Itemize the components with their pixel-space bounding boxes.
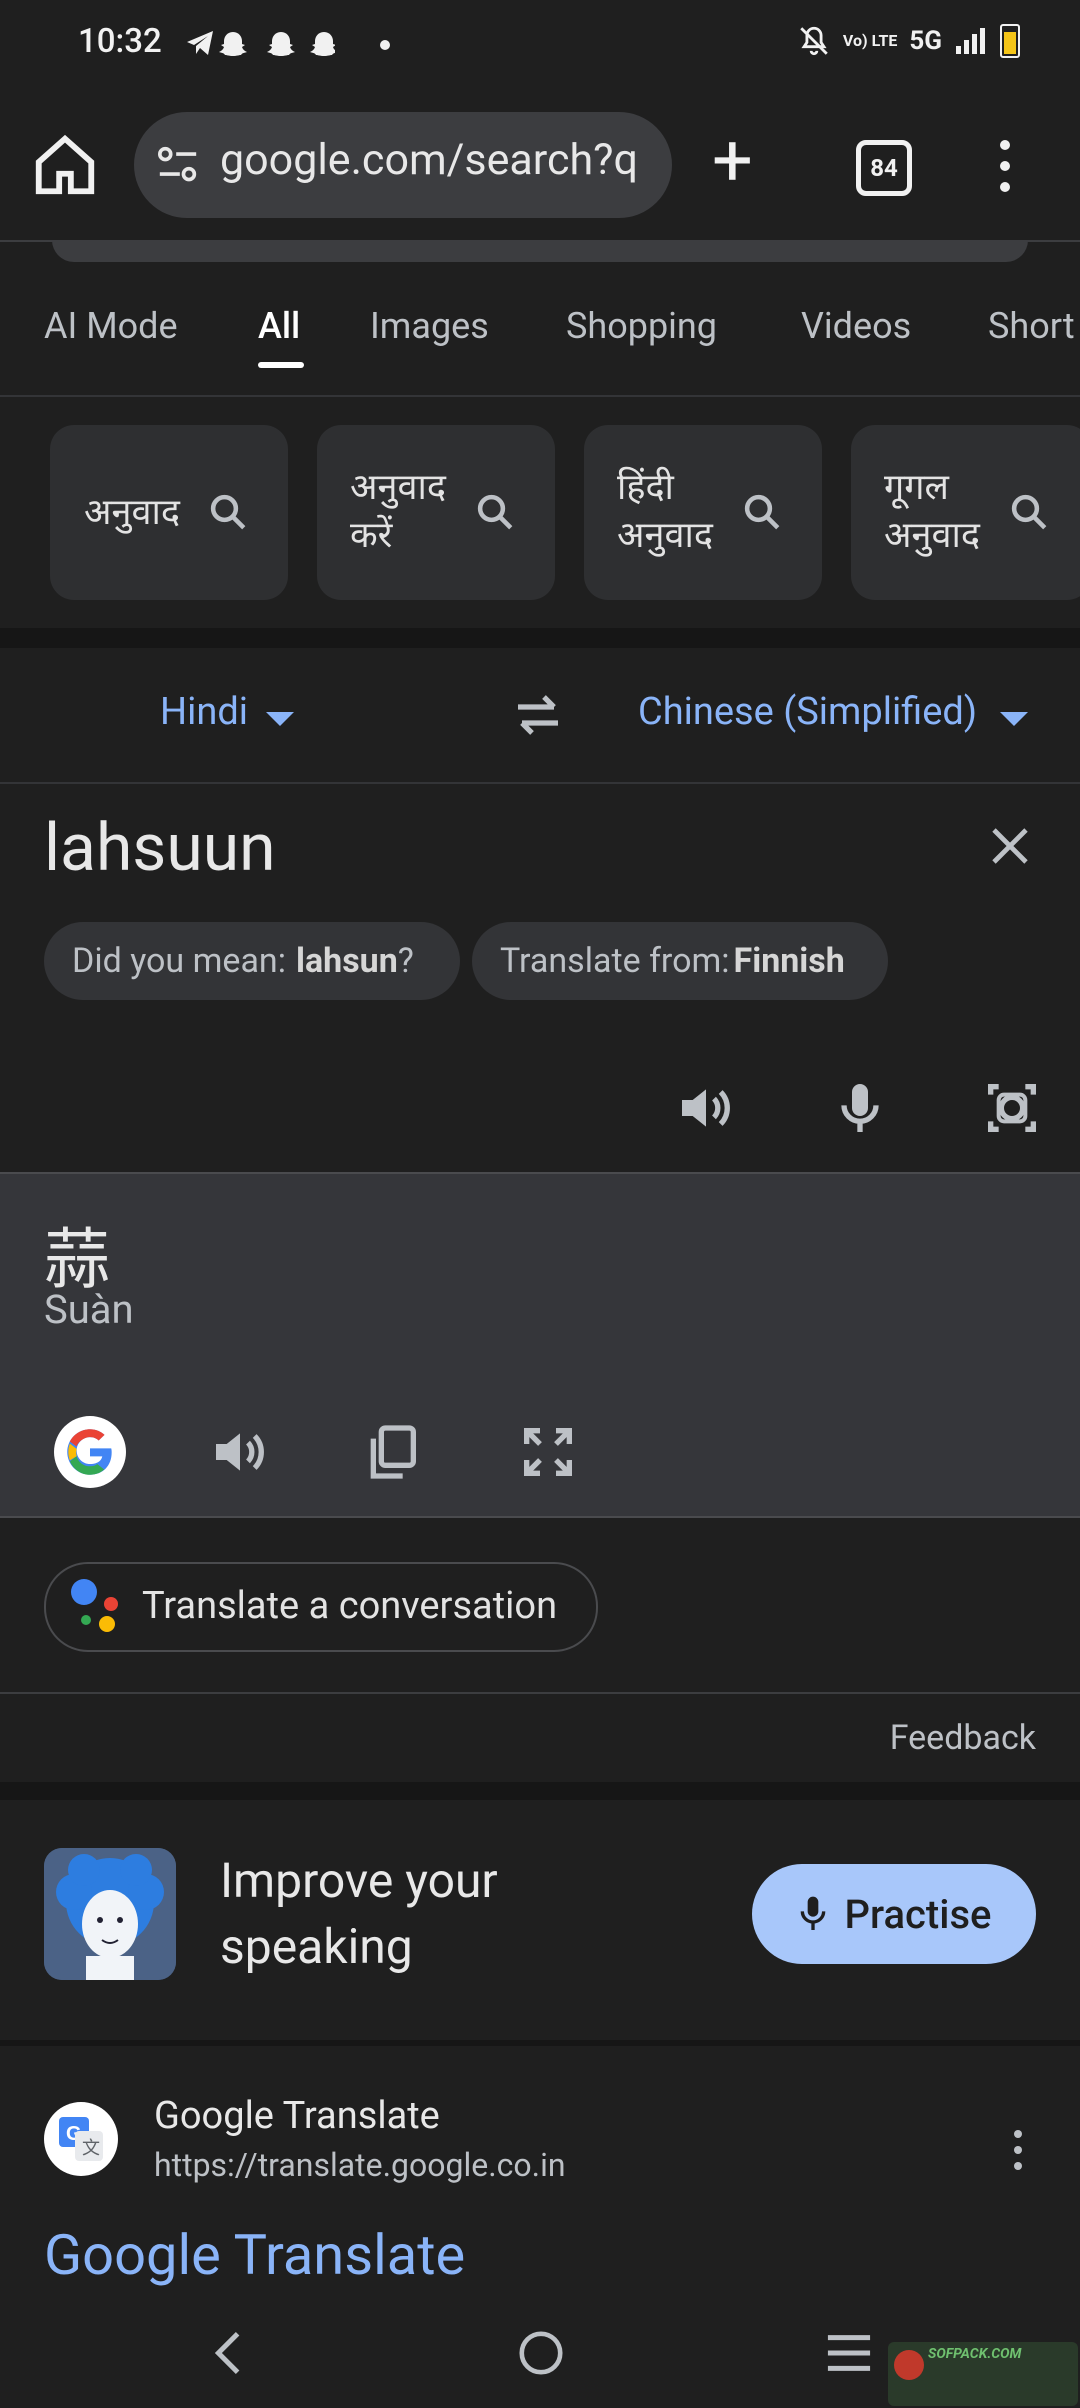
search-icon: [210, 494, 246, 530]
translate-conversation-label: Translate a conversation: [142, 1584, 558, 1628]
practise-label: Practise: [844, 1890, 992, 1938]
notification-icons: [185, 26, 338, 68]
copy-icon[interactable]: [360, 1420, 424, 1484]
site-settings-icon[interactable]: [156, 145, 200, 185]
dropdown-arrow-icon: [1000, 712, 1028, 726]
source-language-selector[interactable]: Hindi: [160, 690, 248, 734]
improve-speaking-title: Improve your speaking: [220, 1848, 498, 1980]
browser-menu-icon[interactable]: [1000, 140, 1014, 203]
search-icon: [744, 494, 780, 530]
did-you-mean-label: Did you mean:: [72, 941, 286, 981]
watermark-logo: SOFPACK.COM: [888, 2342, 1078, 2406]
camera-icon[interactable]: [980, 1076, 1044, 1140]
source-text-input[interactable]: lahsuun: [44, 810, 276, 887]
chip-label-line2: अनुवाद: [617, 514, 713, 556]
translation-romanization: Suàn: [44, 1286, 134, 1333]
watermark-text: SOFPACK.COM: [928, 2346, 1022, 2362]
speaker-icon[interactable]: [674, 1076, 738, 1140]
back-icon[interactable]: [208, 2328, 248, 2378]
active-tab-indicator: [258, 362, 304, 368]
tab-images[interactable]: Images: [370, 305, 489, 347]
google-assistant-icon: [71, 1579, 118, 1632]
chip-label-line2: अनुवाद: [884, 514, 980, 556]
result-title-link[interactable]: Google Translate: [44, 2222, 465, 2288]
did-you-mean-suffix: ?: [397, 941, 414, 981]
chip-label-line1: अनुवाद: [350, 466, 446, 508]
volte-label: Vo) LTE: [842, 31, 898, 50]
google-logo-icon: [67, 1429, 112, 1475]
fullscreen-icon[interactable]: [516, 1420, 580, 1484]
tab-all[interactable]: All: [258, 305, 300, 347]
translate-logo-icon: G 文: [59, 2117, 103, 2161]
swap-languages-icon[interactable]: [510, 690, 566, 740]
section-separator: [0, 2040, 1080, 2046]
search-icon: [477, 494, 513, 530]
speaker-icon[interactable]: [208, 1420, 272, 1484]
conversation-divider: [0, 1692, 1080, 1694]
recents-icon[interactable]: [824, 2330, 874, 2376]
bell-muted-icon: [800, 26, 828, 56]
network-label: 5G: [909, 26, 942, 56]
battery-icon: [1000, 24, 1020, 58]
translate-from-value: Finnish: [733, 941, 845, 981]
improve-title-line1: Improve your: [220, 1852, 498, 1909]
result-menu-icon[interactable]: [1014, 2130, 1022, 2178]
tab-videos[interactable]: Videos: [801, 305, 911, 347]
did-you-mean-value: lahsun: [295, 941, 398, 981]
microphone-icon: [800, 1896, 825, 1930]
signal-icon: [956, 28, 985, 54]
did-you-mean-chip[interactable]: Did you mean: lahsun ?: [44, 922, 460, 1000]
status-time: 10:32: [78, 22, 162, 61]
practise-button[interactable]: Practise: [752, 1864, 1036, 1964]
tab-short[interactable]: Short: [988, 305, 1075, 347]
dropdown-arrow-icon: [266, 712, 294, 726]
chip-label-line1: गूगल: [884, 466, 949, 508]
home-icon[interactable]: [30, 130, 100, 200]
translate-from-chip[interactable]: Translate from: Finnish: [472, 922, 888, 1000]
target-language-selector[interactable]: Chinese (Simplified): [638, 690, 977, 734]
close-icon[interactable]: [986, 822, 1034, 870]
result-site-url: https://translate.google.co.in: [154, 2146, 566, 2184]
chip-label-line2: करें: [350, 514, 393, 556]
more-notifications-dot: [380, 40, 390, 50]
microphone-icon[interactable]: [828, 1076, 892, 1140]
telegram-snapchat-icons: [187, 31, 338, 56]
result-site-name: Google Translate: [154, 2094, 440, 2138]
search-box-edge: [52, 240, 1028, 262]
feedback-link[interactable]: Feedback: [890, 1718, 1036, 1758]
new-tab-icon[interactable]: +: [712, 125, 753, 197]
svg-text:文: 文: [82, 2138, 100, 2159]
tabs-divider: [0, 395, 1080, 397]
tab-shopping[interactable]: Shopping: [566, 305, 717, 347]
tab-switcher-button[interactable]: 84: [856, 140, 912, 196]
watermark-emblem: [894, 2350, 924, 2380]
section-separator: [0, 628, 1080, 648]
url-text[interactable]: google.com/search?q: [220, 135, 638, 185]
tab-ai-mode[interactable]: AI Mode: [44, 305, 178, 347]
result-divider: [0, 1516, 1080, 1518]
improve-title-line2: speaking: [220, 1918, 413, 1975]
section-separator: [0, 1782, 1080, 1800]
lang-divider: [0, 782, 1080, 784]
google-translate-favicon: G 文: [44, 2102, 118, 2176]
tutor-avatar: [44, 1848, 176, 1980]
search-icon: [1011, 494, 1047, 530]
home-button-icon[interactable]: [516, 2328, 566, 2378]
system-status-icons: Vo) LTE 5G: [797, 24, 1020, 58]
avatar-illustration: [44, 1848, 176, 1980]
translate-from-label: Translate from:: [500, 941, 730, 981]
google-g-icon[interactable]: [54, 1416, 126, 1488]
chip-label: अनुवाद: [84, 491, 180, 533]
chip-label-line1: हिंदी: [617, 466, 674, 508]
